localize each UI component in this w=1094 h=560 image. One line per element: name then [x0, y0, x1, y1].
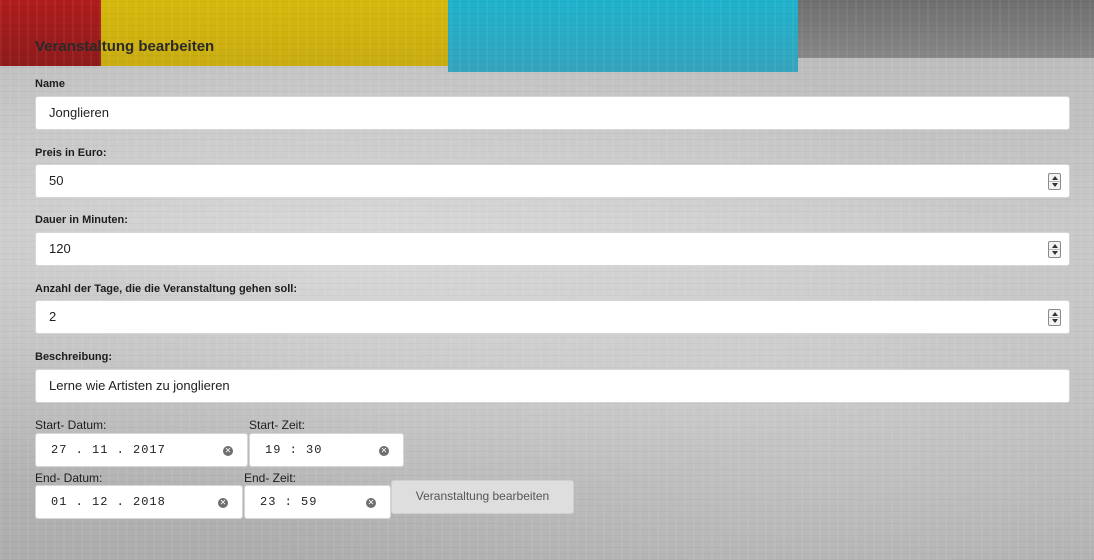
name-label: Name: [35, 78, 65, 90]
days-input-value: 2: [49, 309, 57, 324]
end-date-input[interactable]: 01 . 12 . 2018 ✕: [35, 485, 243, 519]
price-spinner-icon[interactable]: [1048, 173, 1061, 190]
name-input-value: Jonglieren: [49, 105, 109, 120]
end-time-input[interactable]: 23 : 59 ✕: [244, 485, 391, 519]
days-spinner-icon[interactable]: [1048, 309, 1061, 326]
description-label: Beschreibung:: [35, 351, 113, 363]
duration-label: Dauer in Minuten:: [35, 214, 128, 226]
price-input-value: 50: [49, 173, 64, 188]
days-input[interactable]: 2: [35, 300, 1070, 334]
end-date-label: End- Datum:: [35, 471, 103, 485]
page-title: Veranstaltung bearbeiten: [35, 38, 215, 55]
price-input[interactable]: 50: [35, 164, 1070, 198]
clear-circle-icon[interactable]: ✕: [218, 498, 228, 508]
background-texture: [0, 0, 1094, 560]
clear-circle-icon[interactable]: ✕: [366, 498, 376, 508]
start-time-value: 19 : 30: [265, 443, 323, 457]
days-label: Anzahl der Tage, die die Veranstaltung g…: [35, 283, 298, 295]
start-time-label: Start- Zeit:: [249, 418, 306, 432]
end-time-label: End- Zeit:: [244, 471, 297, 485]
clear-circle-icon[interactable]: ✕: [379, 446, 389, 456]
description-input-value: Lerne wie Artisten zu jonglieren: [49, 378, 230, 393]
duration-spinner-icon[interactable]: [1048, 241, 1061, 258]
painted-background: [0, 0, 1094, 560]
submit-edit-event-button[interactable]: Veranstaltung bearbeiten: [391, 480, 574, 514]
price-label: Preis in Euro:: [35, 147, 107, 159]
duration-input-value: 120: [49, 241, 71, 256]
description-input[interactable]: Lerne wie Artisten zu jonglieren: [35, 369, 1070, 403]
clear-circle-icon[interactable]: ✕: [223, 446, 233, 456]
start-date-label: Start- Datum:: [35, 418, 107, 432]
name-input[interactable]: Jonglieren: [35, 96, 1070, 130]
start-date-input[interactable]: 27 . 11 . 2017 ✕: [35, 433, 248, 467]
duration-input[interactable]: 120: [35, 232, 1070, 266]
start-time-input[interactable]: 19 : 30 ✕: [249, 433, 404, 467]
end-time-value: 23 : 59: [260, 495, 318, 509]
end-date-value: 01 . 12 . 2018: [51, 495, 166, 509]
start-date-value: 27 . 11 . 2017: [51, 443, 166, 457]
